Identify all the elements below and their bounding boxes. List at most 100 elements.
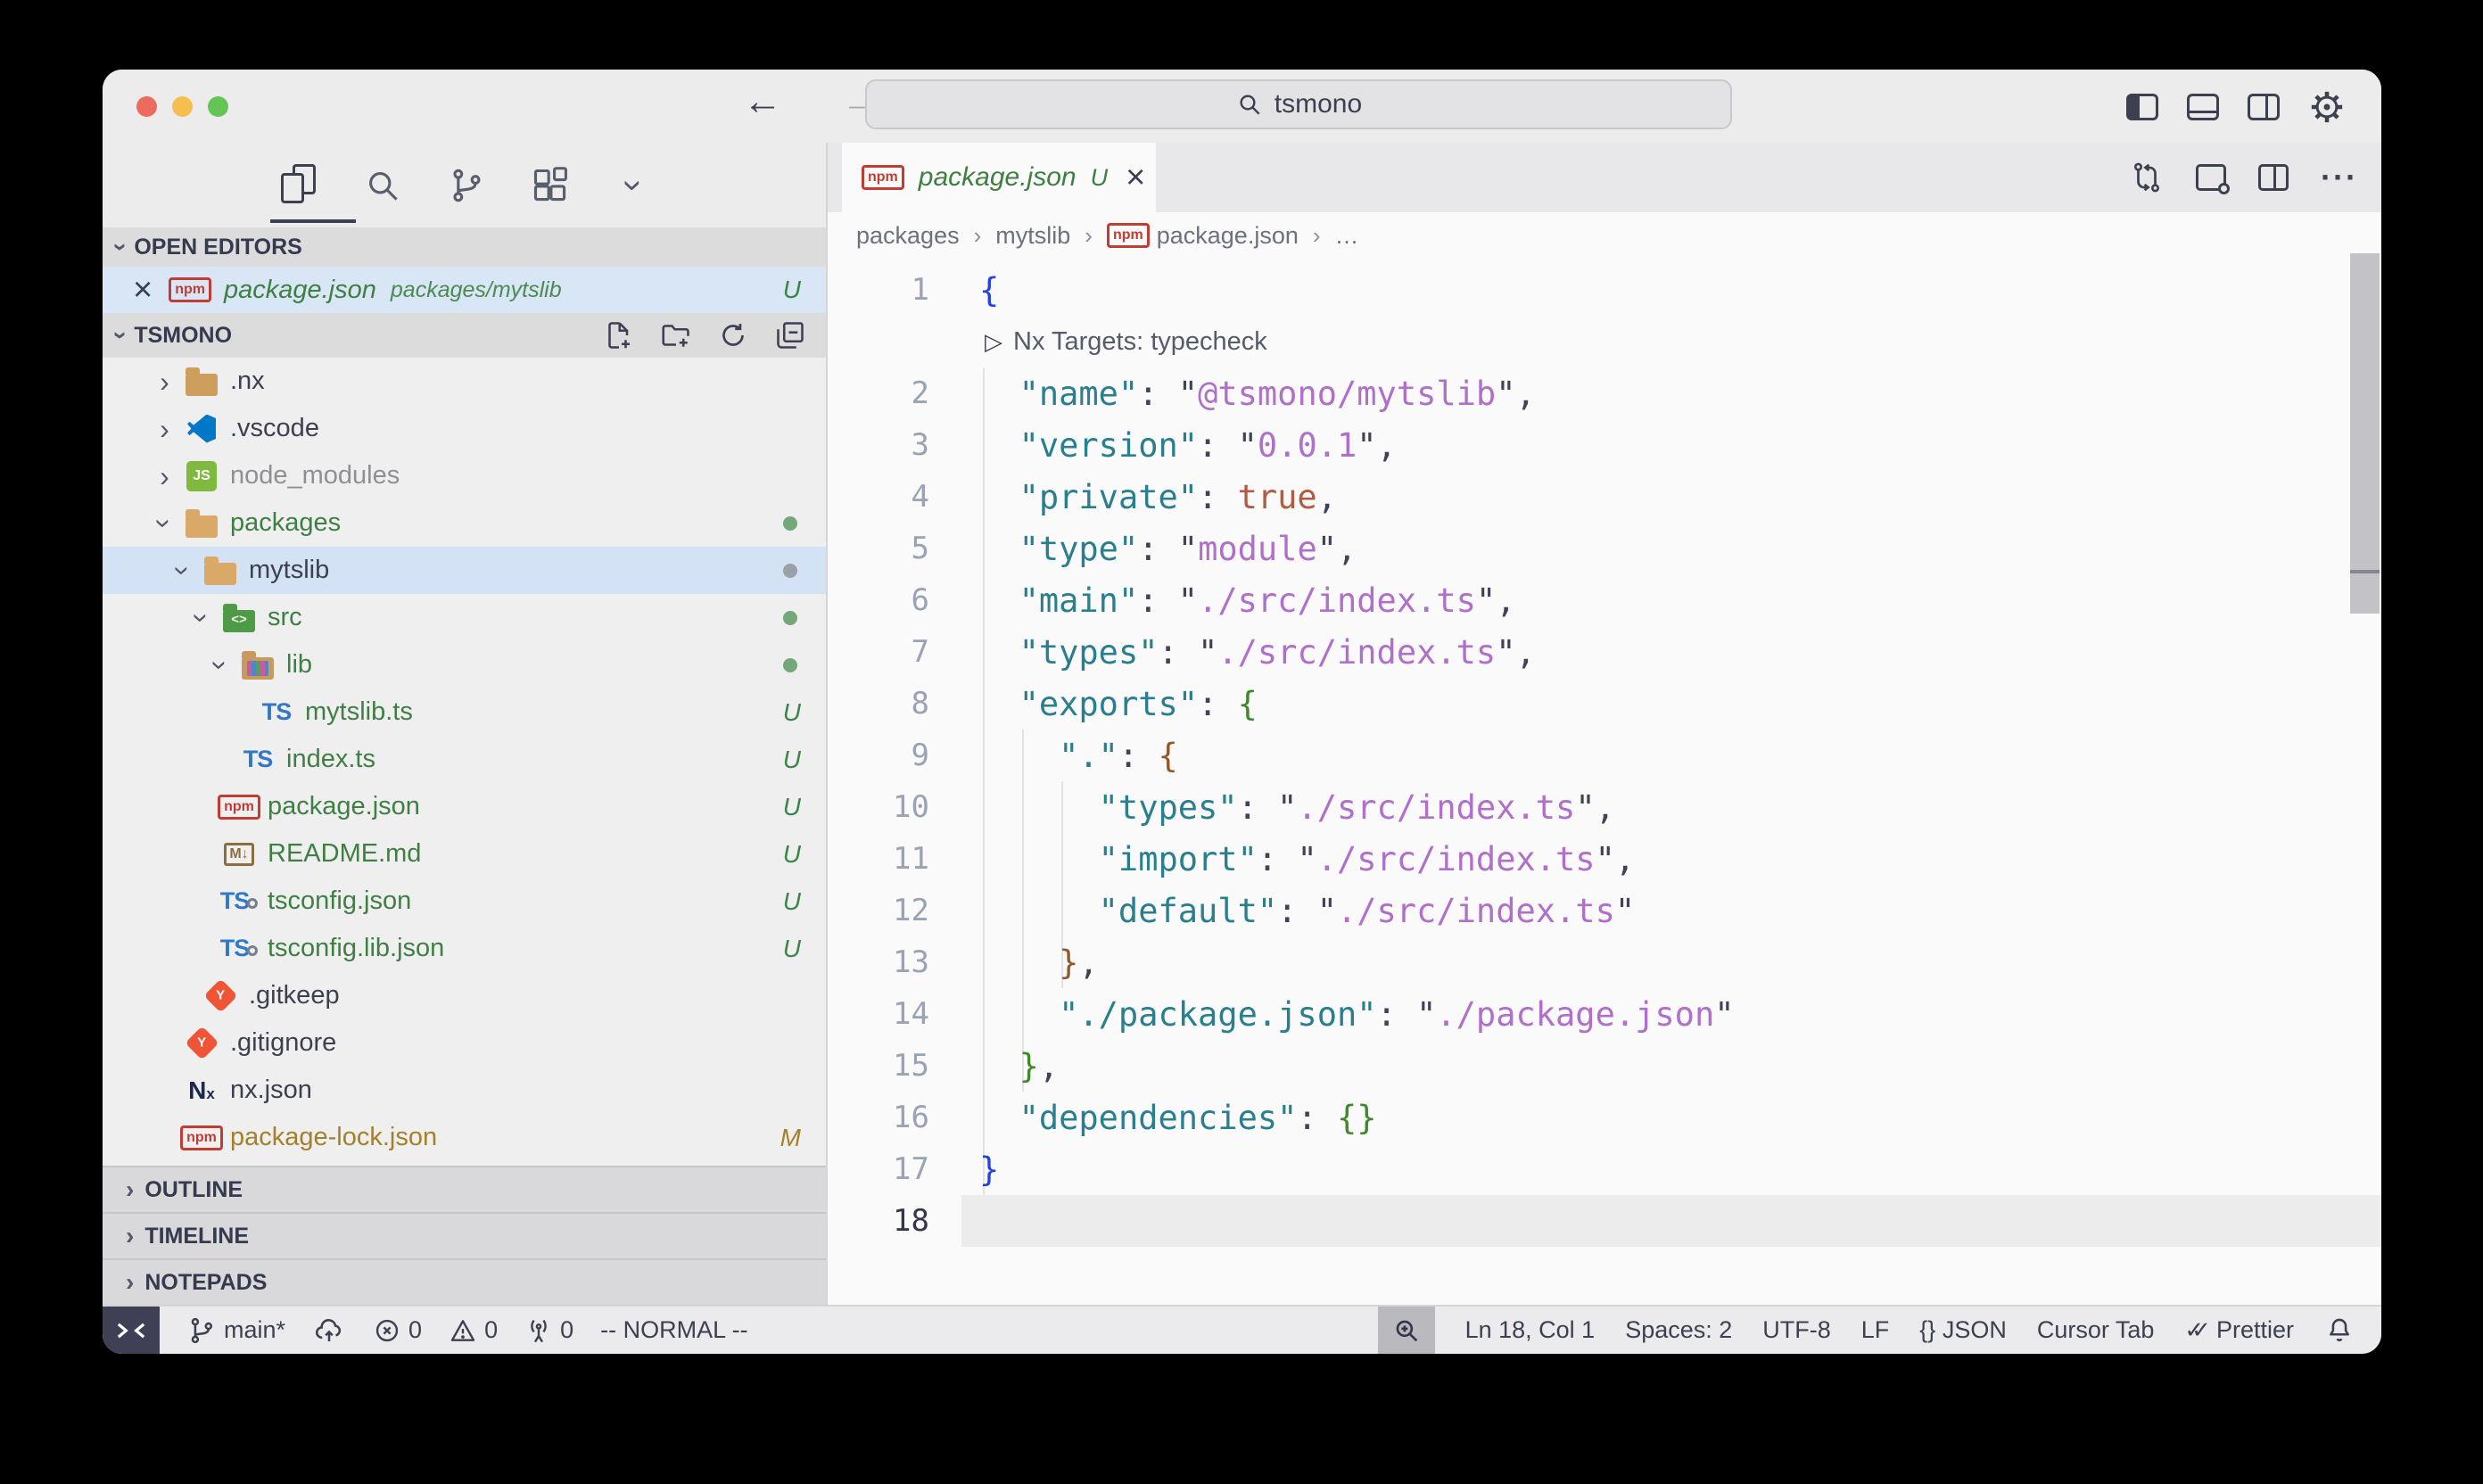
collapse-all-icon[interactable] xyxy=(774,319,806,351)
more-actions-icon[interactable]: ··· xyxy=(2321,159,2358,196)
split-editor-icon[interactable] xyxy=(2258,164,2289,191)
tree-item-node-modules[interactable]: ›JSnode_modules xyxy=(103,452,826,499)
toggle-secondary-sidebar-icon[interactable] xyxy=(2248,94,2280,120)
cursor-position[interactable]: Ln 18, Col 1 xyxy=(1465,1307,1596,1354)
tree-item-index-ts[interactable]: TSindex.tsU xyxy=(103,736,826,783)
code-area[interactable]: 1{▷Nx Targets: typecheck2 "name": "@tsmo… xyxy=(828,259,2381,1305)
command-center-search[interactable]: tsmono xyxy=(865,79,1732,129)
open-preview-icon[interactable] xyxy=(2196,164,2226,191)
tree-item-tsconfig-lib-json[interactable]: TStsconfig.lib.jsonU xyxy=(103,925,826,972)
code-line-4[interactable]: 4 "private": true, xyxy=(828,471,2381,523)
encoding[interactable]: UTF-8 xyxy=(1762,1307,1831,1354)
line-number: 7 xyxy=(828,634,961,670)
git-branch[interactable]: main* xyxy=(186,1307,285,1354)
nx-icon: Nx xyxy=(188,1076,215,1105)
errors[interactable]: 0 xyxy=(373,1307,422,1354)
close-window-button[interactable] xyxy=(136,96,157,117)
source-control-icon[interactable] xyxy=(445,164,488,207)
search-icon[interactable] xyxy=(361,164,404,207)
scrollbar[interactable] xyxy=(2350,253,2380,614)
compare-changes-icon[interactable] xyxy=(2130,161,2164,194)
line-number: 18 xyxy=(828,1203,961,1239)
codelens[interactable]: ▷Nx Targets: typecheck xyxy=(828,316,2381,367)
git-dot-badge xyxy=(783,516,797,531)
open-editor-entry[interactable]: × npm package.json packages/mytslib U xyxy=(103,267,826,313)
section-outline[interactable]: › OUTLINE xyxy=(103,1166,826,1212)
ports[interactable]: 0 xyxy=(524,1307,573,1354)
tree-item--gitkeep[interactable]: Y.gitkeep xyxy=(103,972,826,1019)
code-line-9[interactable]: 9 ".": { xyxy=(828,730,2381,781)
toggle-panel-icon[interactable] xyxy=(2187,94,2219,120)
tree-item-label: nx.json xyxy=(230,1076,312,1105)
tree-item-src[interactable]: ›src xyxy=(103,594,826,641)
breadcrumb-item[interactable]: … xyxy=(1335,212,1359,259)
chevron-down-icon[interactable]: › xyxy=(613,164,656,207)
tree-item--vscode[interactable]: ›.vscode xyxy=(103,405,826,452)
code-line-7[interactable]: 7 "types": "./src/index.ts", xyxy=(828,626,2381,678)
extensions-icon[interactable] xyxy=(529,164,572,207)
new-folder-icon[interactable] xyxy=(660,319,692,351)
tree-item-mytslib[interactable]: ›mytslib xyxy=(103,547,826,594)
breadcrumb-item[interactable]: npmpackage.json xyxy=(1107,212,1299,259)
code-line-3[interactable]: 3 "version": "0.0.1", xyxy=(828,419,2381,471)
close-icon[interactable]: × xyxy=(133,273,153,307)
code-line-17[interactable]: 17} xyxy=(828,1143,2381,1195)
tab-package-json[interactable]: npm package.json U × xyxy=(842,143,1156,212)
remote-indicator[interactable] xyxy=(103,1307,160,1354)
code-line-8[interactable]: 8 "exports": { xyxy=(828,678,2381,730)
code-line-10[interactable]: 10 "types": "./src/index.ts", xyxy=(828,781,2381,833)
tree-item--gitignore[interactable]: Y.gitignore xyxy=(103,1019,826,1067)
code-line-5[interactable]: 5 "type": "module", xyxy=(828,523,2381,574)
section-timeline[interactable]: › TIMELINE xyxy=(103,1212,826,1258)
tree-item-package-lock-json[interactable]: npmpackage-lock.jsonM xyxy=(103,1114,826,1161)
ts-gear-icon: TS xyxy=(220,934,259,963)
vscode-icon xyxy=(187,415,216,443)
code-line-6[interactable]: 6 "main": "./src/index.ts", xyxy=(828,574,2381,626)
back-arrow-icon[interactable]: ← xyxy=(743,79,782,124)
code-line-15[interactable]: 15 }, xyxy=(828,1040,2381,1092)
toggle-primary-sidebar-icon[interactable] xyxy=(2126,94,2158,120)
open-editors-header[interactable]: › OPEN EDITORS xyxy=(103,227,826,267)
publish-changes[interactable] xyxy=(312,1307,346,1354)
tree-item-nx-json[interactable]: Nx nx.json xyxy=(103,1067,826,1114)
explorer-section-header[interactable]: › TSMONO xyxy=(103,313,826,358)
explorer-icon[interactable] xyxy=(281,164,320,207)
code-line-2[interactable]: 2 "name": "@tsmono/mytslib", xyxy=(828,367,2381,419)
breadcrumb-item[interactable]: mytslib xyxy=(995,212,1070,259)
tree-item--nx[interactable]: ›.nx xyxy=(103,358,826,405)
vim-mode[interactable]: -- NORMAL -- xyxy=(600,1307,747,1354)
language-mode[interactable]: {} JSON xyxy=(1919,1307,2007,1354)
tree-item-mytslib-ts[interactable]: TSmytslib.tsU xyxy=(103,688,826,736)
code-line-18[interactable]: 18 xyxy=(828,1195,2381,1247)
cursor-tab[interactable]: Cursor Tab xyxy=(2037,1307,2155,1354)
code-line-13[interactable]: 13 }, xyxy=(828,936,2381,988)
settings-gear-icon[interactable] xyxy=(2308,88,2346,126)
tree-item-packages[interactable]: ›packages xyxy=(103,499,826,547)
warnings[interactable]: 0 xyxy=(449,1307,498,1354)
tree-item-tsconfig-json[interactable]: TStsconfig.jsonU xyxy=(103,878,826,925)
tree-item-label: package-lock.json xyxy=(230,1123,437,1152)
section-notepads[interactable]: › NOTEPADS xyxy=(103,1258,826,1305)
tree-item-lib[interactable]: ›lib xyxy=(103,641,826,688)
code-line-12[interactable]: 12 "default": "./src/index.ts" xyxy=(828,885,2381,936)
code-line-14[interactable]: 14 "./package.json": "./package.json" xyxy=(828,988,2381,1040)
breadcrumb-item[interactable]: packages xyxy=(856,212,960,259)
tree-item-label: .vscode xyxy=(230,414,319,443)
indentation[interactable]: Spaces: 2 xyxy=(1625,1307,1732,1354)
refresh-icon[interactable] xyxy=(717,319,749,351)
formatter[interactable]: ✓✓Prettier xyxy=(2184,1307,2294,1354)
breadcrumb-label: mytslib xyxy=(995,222,1070,250)
code-line-16[interactable]: 16 "dependencies": {} xyxy=(828,1092,2381,1143)
close-icon[interactable]: × xyxy=(1126,161,1145,194)
tree-item-package-json[interactable]: npmpackage.jsonU xyxy=(103,783,826,830)
zoom-window-button[interactable] xyxy=(208,96,228,117)
zoom-indicator[interactable] xyxy=(1378,1307,1435,1354)
notifications[interactable] xyxy=(2324,1307,2355,1354)
eol[interactable]: LF xyxy=(1861,1307,1890,1354)
code-line-11[interactable]: 11 "import": "./src/index.ts", xyxy=(828,833,2381,885)
chevron-right-icon: › xyxy=(126,1270,134,1295)
minimize-window-button[interactable] xyxy=(172,96,193,117)
new-file-icon[interactable] xyxy=(603,319,635,351)
code-line-1[interactable]: 1{ xyxy=(828,264,2381,316)
tree-item-readme-md[interactable]: M↓README.mdU xyxy=(103,830,826,878)
